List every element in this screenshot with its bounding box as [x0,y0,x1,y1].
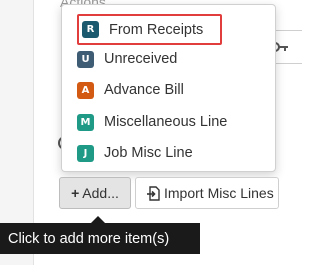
import-button-label: Import Misc Lines [164,185,274,201]
job-misc-line-badge-icon: J [77,144,94,162]
add-button-label: Add... [82,185,119,201]
add-button[interactable]: + Add... [59,177,131,209]
menu-item-from-receipts[interactable]: R From Receipts [77,14,222,45]
line-actions-toolbar: + Add... Import Misc Lines [59,177,279,209]
menu-item-unreceived[interactable]: U Unreceived [77,46,177,72]
advance-bill-badge-icon: A [77,81,94,99]
menu-item-label: Miscellaneous Line [104,114,228,130]
menu-item-label: Advance Bill [104,82,184,98]
add-button-tooltip: Click to add more item(s) [0,223,200,254]
menu-item-label: From Receipts [109,21,204,38]
import-file-icon [146,185,160,201]
menu-item-label: Job Misc Line [104,145,193,161]
tooltip-arrow [91,216,105,223]
plus-icon: + [71,185,80,201]
menu-item-label: Unreceived [104,51,178,67]
menu-item-advance-bill[interactable]: A Advance Bill [77,77,184,103]
from-receipts-badge-icon: R [82,21,99,38]
unreceived-badge-icon: U [77,50,94,68]
miscellaneous-line-badge-icon: M [77,113,94,131]
add-dropdown-menu: R From Receipts U Unreceived A Advance B… [61,4,276,172]
menu-item-miscellaneous-line[interactable]: M Miscellaneous Line [77,109,227,135]
menu-item-job-misc-line[interactable]: J Job Misc Line [77,140,193,166]
import-misc-lines-button[interactable]: Import Misc Lines [135,177,279,209]
